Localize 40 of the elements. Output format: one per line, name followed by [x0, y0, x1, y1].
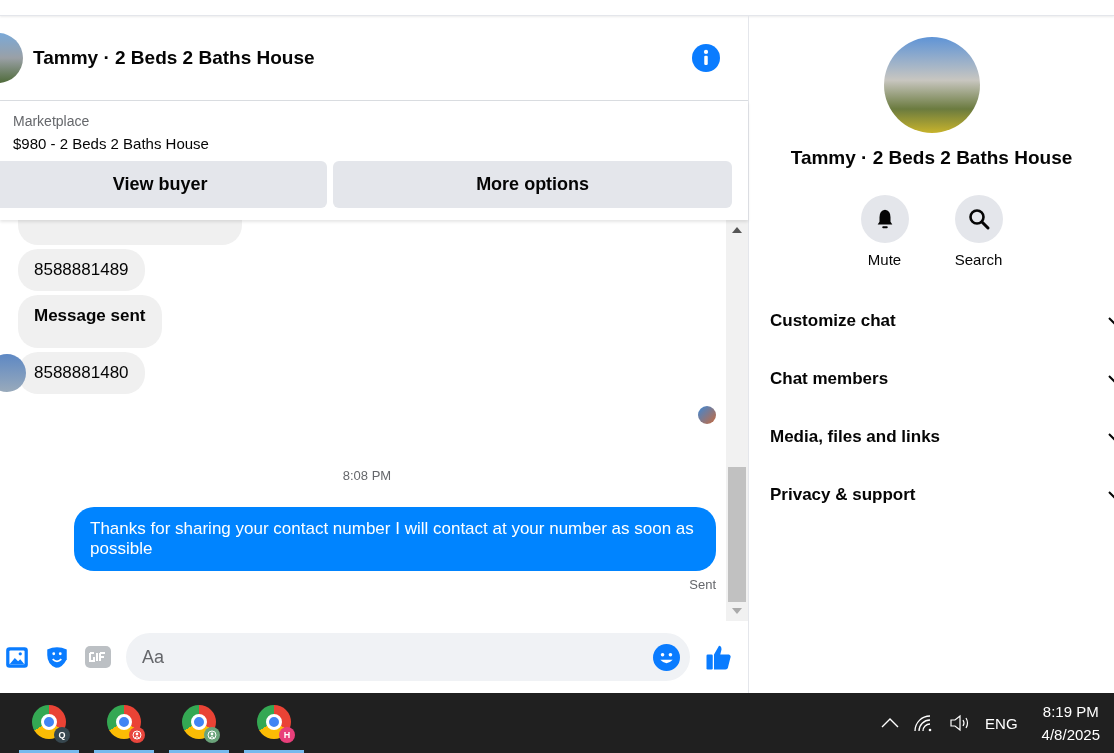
message-input[interactable]: Aa [126, 633, 690, 681]
clock-time[interactable]: 8:19 PM [1042, 703, 1099, 720]
browser-taskbar-button[interactable]: Q [19, 693, 79, 753]
language-indicator[interactable]: ENG [985, 714, 1018, 732]
seen-avatar [698, 406, 716, 424]
sticker-icon[interactable] [44, 644, 70, 670]
mute-button[interactable] [860, 195, 909, 243]
chat-title: Tammy · 2 Beds 2 Baths House [33, 47, 316, 69]
listing-button[interactable]: View buyer [0, 161, 328, 208]
emoji-icon[interactable] [653, 643, 680, 671]
listing-title: $980 - 2 Beds 2 Baths House [13, 135, 210, 152]
search-icon [966, 207, 991, 231]
section-row[interactable]: Customize chat [749, 292, 1114, 350]
timestamp: 8:08 PM [341, 468, 393, 483]
browser-taskbar-button[interactable]: H [244, 693, 304, 753]
search-button[interactable] [954, 195, 1003, 243]
listing-label: Marketplace [13, 113, 91, 129]
message-bubble: Thanks for sharing your contact number I will contact at your number as soon as possible [74, 507, 716, 571]
clock-date[interactable]: 4/8/2025 [1041, 726, 1100, 743]
message-bubble: 8588881489 [18, 249, 145, 291]
delivery-status: Sent [688, 577, 716, 592]
scrollbar[interactable] [726, 220, 748, 621]
profile-badge: Q [54, 726, 70, 743]
listing-button[interactable]: More options [333, 161, 732, 208]
scroll-up-icon[interactable] [732, 227, 742, 233]
section-label: Customize chat [770, 311, 896, 331]
photo-icon[interactable] [4, 644, 30, 670]
section-label: Privacy & support [770, 485, 916, 505]
info-icon[interactable] [692, 44, 720, 72]
chat-name: Tammy · 2 Beds 2 Baths House [790, 147, 1073, 169]
section-label: Chat members [770, 369, 889, 389]
section-row[interactable]: Privacy & support [749, 466, 1114, 524]
profile-badge: H [279, 726, 295, 743]
section-row[interactable]: Media, files and links [749, 408, 1114, 466]
action-label: Search [954, 251, 1003, 268]
section-label: Media, files and links [770, 427, 941, 447]
chevron-up-icon[interactable] [881, 718, 900, 728]
action-label: Mute [867, 251, 902, 268]
message-bubble: Message sent [18, 295, 162, 348]
section-row[interactable]: Chat members [749, 350, 1114, 408]
